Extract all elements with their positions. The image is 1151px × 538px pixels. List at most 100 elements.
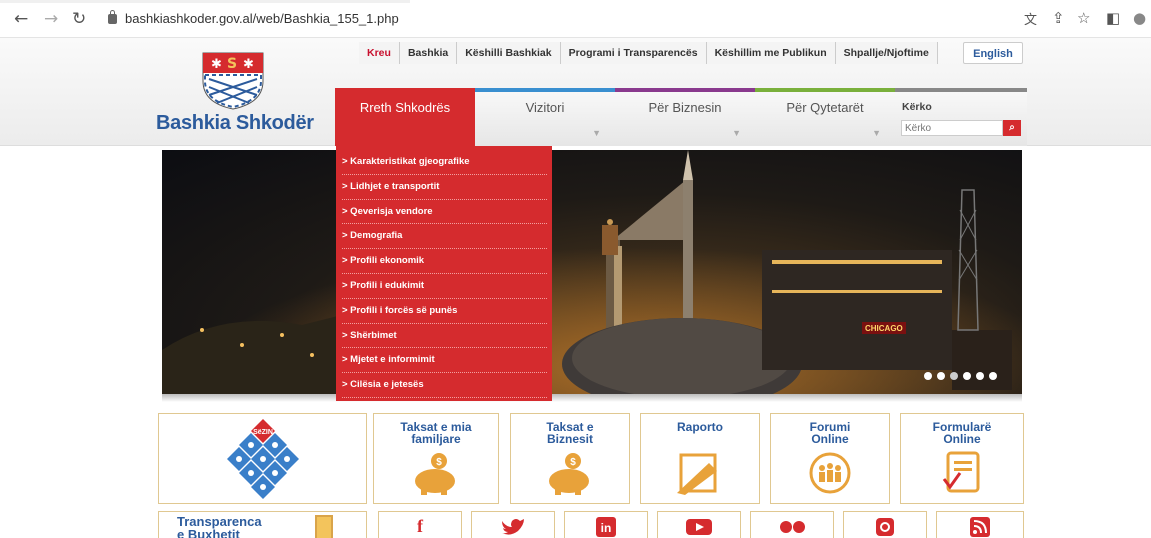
dropdown-item-qeverisja[interactable]: > Qeverisja vendore [342,200,547,225]
service-taksat-biznesit[interactable]: Taksat e Biznesit $ [510,413,630,504]
english-language-button[interactable]: English [963,42,1023,64]
browser-toolbar: ← → ↻ bashkiashkoder.gov.al/web/Bashkia_… [0,0,1151,38]
dropdown-item-edukimi[interactable]: > Profili i edukimit [342,274,547,299]
nav-per-biznesin[interactable]: Për Biznesin ▼ [615,88,755,146]
sidepanel-icon[interactable]: ◧ [1106,9,1120,27]
chevron-down-icon: ▼ [872,128,881,138]
chevron-down-icon: ▼ [592,128,601,138]
slider-dot[interactable] [989,372,997,380]
dropdown-item-jetesa[interactable]: > Cilësia e jetesës [342,373,547,398]
top-links-bar: Kreu Bashkia Këshilli Bashkiak Programi … [359,42,938,64]
slider-dot[interactable] [924,372,932,380]
url-text: bashkiashkoder.gov.al/web/Bashkia_155_1.… [125,11,399,26]
top-link-keshillim[interactable]: Këshillim me Publikun [706,42,836,64]
flickr-link[interactable] [750,511,834,538]
youtube-icon [686,519,712,535]
banner-shadow [162,394,1022,402]
nav-rreth-shkodres[interactable]: Rreth Shkodrës [335,88,475,146]
service-title: Raporto [677,420,723,434]
rreth-shkodres-dropdown: > Karakteristikat gjeografike > Lidhjet … [336,146,552,401]
service-forumi-online[interactable]: Forumi Online [770,413,890,504]
back-icon[interactable]: ← [14,9,28,29]
top-link-bashkia[interactable]: Bashkia [399,42,458,64]
dropdown-item-transporti[interactable]: > Lidhjet e transportit [342,175,547,200]
main-nav: Rreth Shkodrës Vizitori ▼ Për Biznesin ▼… [335,88,895,146]
flickr-icon [780,521,805,533]
rss-link[interactable] [936,511,1024,538]
search-input[interactable] [901,120,1003,136]
slider-dot[interactable] [963,372,971,380]
dropdown-item-informimi[interactable]: > Mjetet e informimit [342,348,547,374]
top-link-shpallje[interactable]: Shpallje/Njoftime [835,42,938,64]
nav-label: Rreth Shkodrës [359,100,451,115]
instagram-link[interactable] [843,511,927,538]
service-raporto[interactable]: Raporto [640,413,760,504]
site-header: ✱ S ✱ Bashkia Shkodër Kreu Bashkia Këshi… [0,38,1151,146]
transparency-line2: e Buxhetit [177,527,240,538]
slider-dot[interactable] [976,372,984,380]
forward-icon[interactable]: → [44,9,58,29]
service-title: Biznesit [546,432,593,446]
search-panel: Kërko ⌕ [895,88,1027,146]
lock-icon [108,10,117,24]
hero-banner: CHICAGO [162,150,1022,394]
svg-text:✱: ✱ [243,57,254,72]
svg-text:$: $ [570,457,576,468]
linkedin-link[interactable]: in [564,511,648,538]
service-taksat-familjare[interactable]: Taksat e mia familjare $ [373,413,499,504]
slider-dot[interactable] [950,372,958,380]
szin-service-box[interactable]: SëZIN [158,413,367,504]
form-checkmark-icon [942,451,980,493]
site-logo-text[interactable]: Bashkia Shkodër [156,112,314,135]
piggy-bank-icon: $ [415,453,455,495]
transparenca-buxhetit-box[interactable]: Transparenca e Buxhetit [158,511,367,538]
rss-icon [970,517,990,537]
svg-text:✱: ✱ [211,57,222,72]
translate-icon[interactable]: 文 [1024,9,1037,28]
nav-per-qytetaret[interactable]: Për Qytetarët ▼ [755,88,895,146]
svg-text:in: in [601,521,612,535]
coat-of-arms-icon: ✱ S ✱ [202,52,264,110]
dropdown-item-demografia[interactable]: > Demografia [342,224,547,250]
top-link-keshilli[interactable]: Këshilli Bashkiak [457,42,561,64]
service-title: familjare [411,432,461,446]
twitter-link[interactable] [471,511,555,538]
service-formulare-online[interactable]: Formularë Online [900,413,1024,504]
dropdown-item-forca-punes[interactable]: > Profili i forcës së punës [342,299,547,324]
people-group-icon [809,452,851,494]
profile-icon[interactable]: ● [1133,9,1146,27]
svg-text:SëZIN: SëZIN [253,429,273,436]
tab-strip [0,0,410,3]
service-title: Online [943,432,981,446]
instagram-icon [876,518,894,536]
bookmark-star-icon[interactable]: ☆ [1077,9,1090,27]
slider-dots [924,372,997,380]
top-link-kreu[interactable]: Kreu [359,42,400,64]
svg-text:$: $ [436,457,442,468]
nav-vizitori[interactable]: Vizitori ▼ [475,88,615,146]
slider-dot[interactable] [937,372,945,380]
piggy-bank-icon: $ [549,453,589,495]
top-link-transparenca[interactable]: Programi i Transparencës [560,42,707,64]
facebook-link[interactable]: f [378,511,462,538]
nav-label: Për Biznesin [648,100,722,115]
city-night-photo: CHICAGO [162,150,1022,394]
service-title: Online [811,432,849,446]
chevron-down-icon: ▼ [732,128,741,138]
chicago-sign: CHICAGO [865,324,903,333]
linkedin-icon: in [596,517,616,537]
address-bar[interactable]: bashkiashkoder.gov.al/web/Bashkia_155_1.… [108,8,408,30]
report-pencil-icon [677,453,717,495]
search-icon[interactable]: ⌕ [1003,120,1021,136]
facebook-icon: f [417,516,423,536]
nav-label: Për Qytetarët [786,100,864,115]
dropdown-item-sherbimet[interactable]: > Shërbimet [342,324,547,349]
nav-label: Vizitori [525,100,565,115]
dropdown-item-gjeografike[interactable]: > Karakteristikat gjeografike [342,150,547,175]
search-label: Kërko [902,101,932,113]
reload-icon[interactable]: ↻ [72,9,86,29]
share-icon[interactable]: ⇪ [1052,9,1065,27]
youtube-link[interactable] [657,511,741,538]
dropdown-item-ekonomik[interactable]: > Profili ekonomik [342,249,547,274]
door-icon [315,515,333,538]
